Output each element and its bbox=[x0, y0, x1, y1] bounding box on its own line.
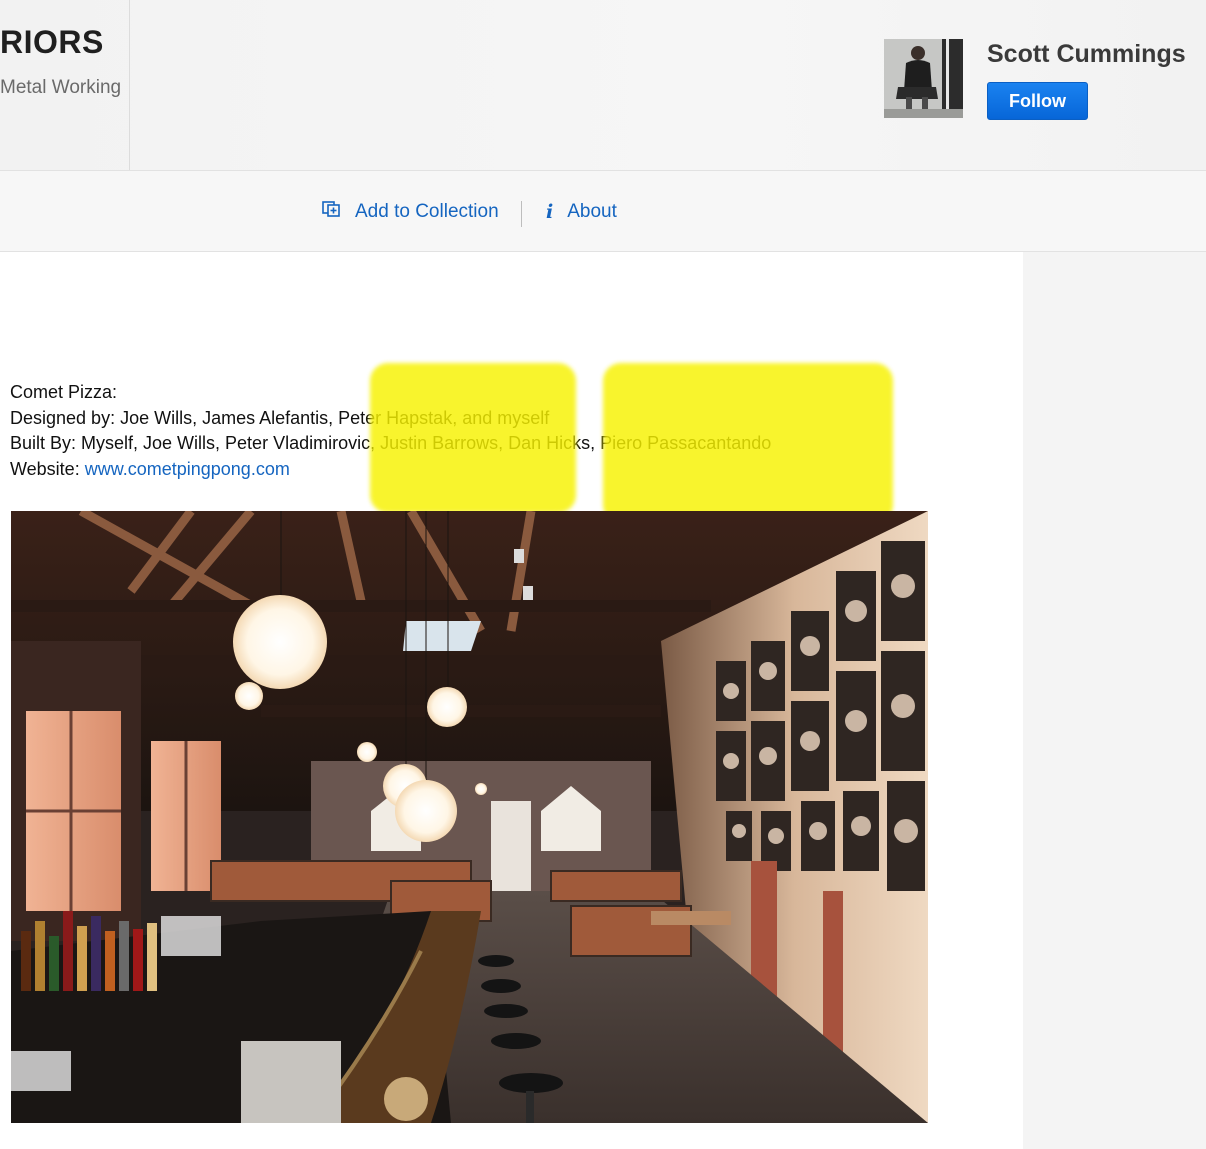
yellow-highlight-mark bbox=[370, 363, 576, 513]
avatar-photo bbox=[884, 39, 963, 118]
website-link[interactable]: www.cometpingpong.com bbox=[85, 459, 290, 479]
website-label: Website: bbox=[10, 458, 80, 479]
project-header: RIORS Metal Working Scott Cummings Follo… bbox=[0, 0, 1206, 171]
info-icon: i bbox=[546, 201, 554, 223]
owner-name[interactable]: Scott Cummings bbox=[987, 40, 1186, 69]
owner-avatar[interactable] bbox=[884, 39, 963, 118]
add-to-collection-icon bbox=[322, 201, 341, 223]
about-label: About bbox=[567, 201, 617, 222]
about-link[interactable]: i About bbox=[546, 201, 617, 223]
project-field[interactable]: Metal Working bbox=[0, 77, 121, 99]
sidebar-column bbox=[1023, 252, 1206, 1149]
restaurant-interior-photo bbox=[11, 511, 928, 1123]
project-action-bar: Add to Collection i About bbox=[0, 171, 1206, 252]
add-to-collection-label: Add to Collection bbox=[355, 201, 499, 222]
yellow-highlight-mark bbox=[603, 363, 893, 523]
action-divider bbox=[521, 201, 522, 227]
follow-button[interactable]: Follow bbox=[987, 82, 1088, 120]
project-title: RIORS bbox=[0, 24, 104, 60]
project-title-block: RIORS Metal Working bbox=[0, 0, 130, 170]
add-to-collection-link[interactable]: Add to Collection bbox=[322, 201, 499, 223]
project-image[interactable] bbox=[11, 511, 928, 1123]
